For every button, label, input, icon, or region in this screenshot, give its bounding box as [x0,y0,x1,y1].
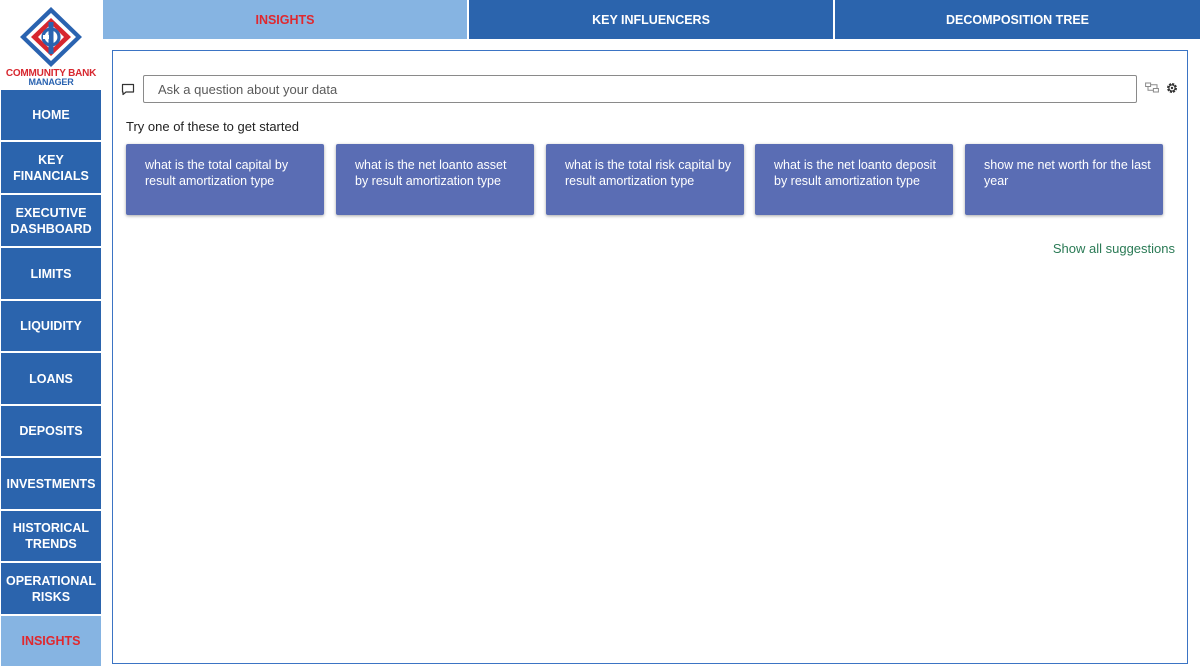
suggestion-card[interactable]: what is the net loanto asset by result a… [336,144,534,215]
tab-insights[interactable]: INSIGHTS [103,0,467,39]
sidebar-item-limits[interactable]: LIMITS [1,248,101,300]
sidebar-item-operational-risks[interactable]: OPERATIONAL RISKS [1,563,101,615]
question-input[interactable] [143,75,1137,103]
gear-icon[interactable] [1165,81,1179,95]
sidebar-item-key-financials[interactable]: KEY FINANCIALS [1,142,101,194]
tab-key-influencers[interactable]: KEY INFLUENCERS [469,0,833,39]
qa-panel [112,50,1188,664]
sidebar-item-investments[interactable]: INVESTMENTS [1,458,101,510]
show-all-suggestions-link[interactable]: Show all suggestions [1053,241,1175,256]
tree-icon[interactable] [1145,82,1159,94]
sidebar-item-deposits[interactable]: DEPOSITS [1,406,101,457]
suggestion-card[interactable]: what is the total risk capital by result… [546,144,744,215]
suggestion-card[interactable]: what is the net loanto deposit by result… [755,144,953,215]
logo-diamond-icon [20,7,82,67]
chat-icon [121,83,135,96]
suggestion-card[interactable]: show me net worth for the last year [965,144,1163,215]
get-started-prompt: Try one of these to get started [126,119,299,134]
sidebar-item-insights[interactable]: INSIGHTS [1,616,101,666]
sidebar-item-historical-trends[interactable]: HISTORICAL TRENDS [1,511,101,562]
logo-text-line2: MANAGER [28,77,74,87]
logo: COMMUNITY BANK MANAGER [0,0,102,89]
sidebar-item-home[interactable]: HOME [1,90,101,141]
suggestion-card[interactable]: what is the total capital by result amor… [126,144,324,215]
sidebar-item-liquidity[interactable]: LIQUIDITY [1,301,101,352]
tab-decomposition-tree[interactable]: DECOMPOSITION TREE [835,0,1200,39]
sidebar-item-executive-dashboard[interactable]: EXECUTIVE DASHBOARD [1,195,101,247]
sidebar-item-loans[interactable]: LOANS [1,353,101,405]
